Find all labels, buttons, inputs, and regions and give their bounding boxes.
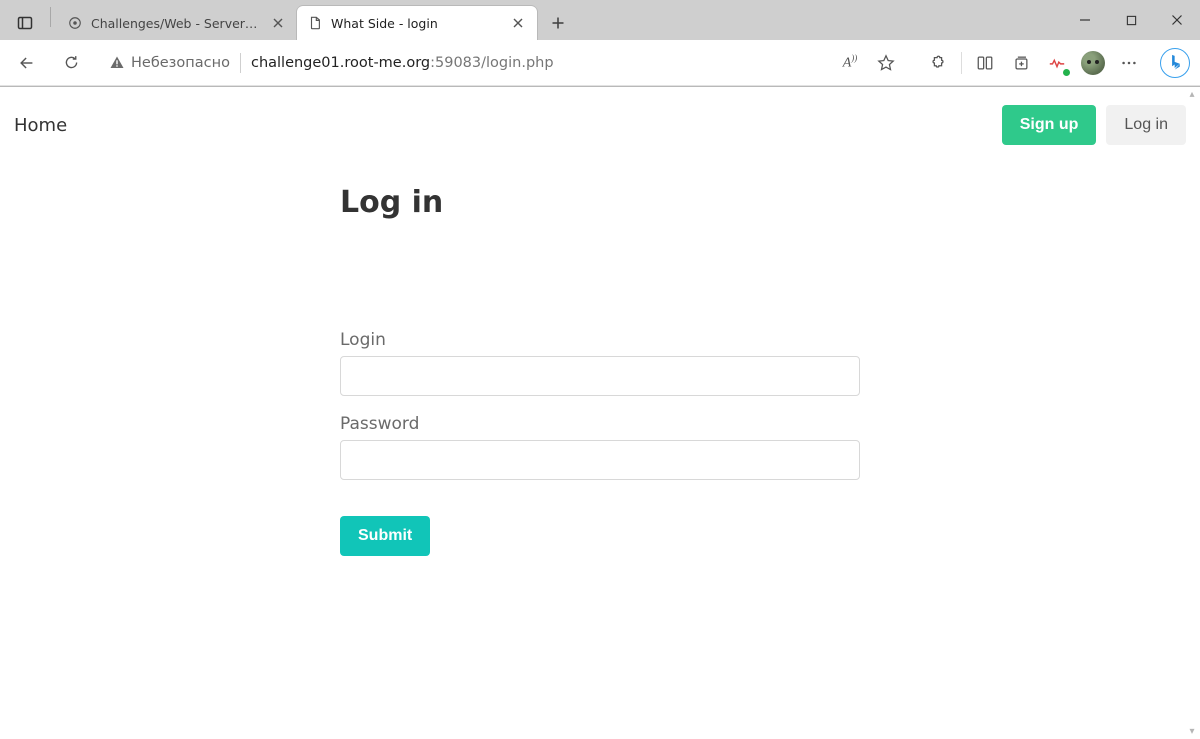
toolbar-right: A)) xyxy=(833,46,1190,80)
submit-button[interactable]: Submit xyxy=(340,516,430,556)
site-nav: Home Sign up Log in xyxy=(0,87,1200,155)
signup-button[interactable]: Sign up xyxy=(1002,105,1097,145)
separator xyxy=(961,52,962,74)
tab-close-button[interactable] xyxy=(269,14,287,32)
window-maximize-button[interactable] xyxy=(1108,0,1154,40)
separator xyxy=(240,53,241,73)
bing-chat-button[interactable] xyxy=(1160,48,1190,78)
window-close-button[interactable] xyxy=(1154,0,1200,40)
collections-button[interactable] xyxy=(1004,46,1038,80)
favorite-button[interactable] xyxy=(869,46,903,80)
read-aloud-button[interactable]: A)) xyxy=(833,46,867,80)
login-input[interactable] xyxy=(340,356,860,396)
password-label: Password xyxy=(340,414,860,434)
browser-tab-inactive[interactable]: Challenges/Web - Server : XSS - xyxy=(57,6,297,40)
nav-right: Sign up Log in xyxy=(1002,105,1186,145)
window-controls xyxy=(1062,0,1200,40)
browser-tab-active[interactable]: What Side - login xyxy=(297,6,537,40)
address-bar[interactable]: Небезопасно challenge01.root-me.org:5908… xyxy=(98,46,823,80)
extensions-button[interactable] xyxy=(921,46,955,80)
tab-actions-button[interactable] xyxy=(8,6,42,40)
login-nav-button[interactable]: Log in xyxy=(1106,105,1186,145)
avatar-icon xyxy=(1081,51,1105,75)
nav-refresh-button[interactable] xyxy=(54,46,88,80)
star-icon xyxy=(877,54,895,72)
nav-home-link[interactable]: Home xyxy=(14,115,67,136)
security-label: Небезопасно xyxy=(131,55,230,71)
arrow-left-icon xyxy=(18,54,36,72)
close-icon xyxy=(1171,14,1183,26)
minimize-icon xyxy=(1079,14,1091,26)
url-path: :59083/login.php xyxy=(430,55,553,71)
split-screen-button[interactable] xyxy=(968,46,1002,80)
new-tab-button[interactable] xyxy=(543,8,573,38)
login-label: Login xyxy=(340,330,860,350)
scrollbar-hint: ▴▾ xyxy=(1186,89,1198,737)
status-dot-icon xyxy=(1063,69,1070,76)
split-icon xyxy=(976,54,994,72)
close-icon xyxy=(513,18,523,28)
maximize-icon xyxy=(1126,15,1137,26)
close-icon xyxy=(273,18,283,28)
tab-strip: Challenges/Web - Server : XSS - What Sid… xyxy=(0,0,1200,40)
tab-close-button[interactable] xyxy=(509,14,527,32)
more-menu-button[interactable] xyxy=(1112,46,1146,80)
plus-icon xyxy=(551,16,565,30)
read-aloud-icon: A)) xyxy=(843,53,858,72)
warning-icon xyxy=(109,55,125,71)
url-host: challenge01.root-me.org xyxy=(251,55,430,71)
performance-button[interactable] xyxy=(1040,46,1074,80)
tab-title: Challenges/Web - Server : XSS - xyxy=(91,16,261,31)
url-text: challenge01.root-me.org:59083/login.php xyxy=(251,55,554,71)
page-viewport: ▴▾ Home Sign up Log in Log in Login Pass… xyxy=(0,87,1200,739)
refresh-icon xyxy=(63,54,80,71)
page-heading: Log in xyxy=(340,185,860,220)
login-form: Log in Login Password Submit xyxy=(330,185,870,556)
profile-button[interactable] xyxy=(1076,46,1110,80)
collections-icon xyxy=(1012,54,1030,72)
favicon-rootme-icon xyxy=(67,15,83,31)
tab-title: What Side - login xyxy=(331,16,501,31)
password-input[interactable] xyxy=(340,440,860,480)
window-minimize-button[interactable] xyxy=(1062,0,1108,40)
bing-icon xyxy=(1168,54,1183,71)
favicon-page-icon xyxy=(307,15,323,31)
sidebar-icon xyxy=(17,15,33,31)
browser-chrome: Challenges/Web - Server : XSS - What Sid… xyxy=(0,0,1200,87)
security-indicator[interactable]: Небезопасно xyxy=(109,55,230,71)
toolbar: Небезопасно challenge01.root-me.org:5908… xyxy=(0,40,1200,86)
separator xyxy=(50,7,51,27)
more-horizontal-icon xyxy=(1120,54,1138,72)
nav-back-button[interactable] xyxy=(10,46,44,80)
puzzle-icon xyxy=(929,54,947,72)
